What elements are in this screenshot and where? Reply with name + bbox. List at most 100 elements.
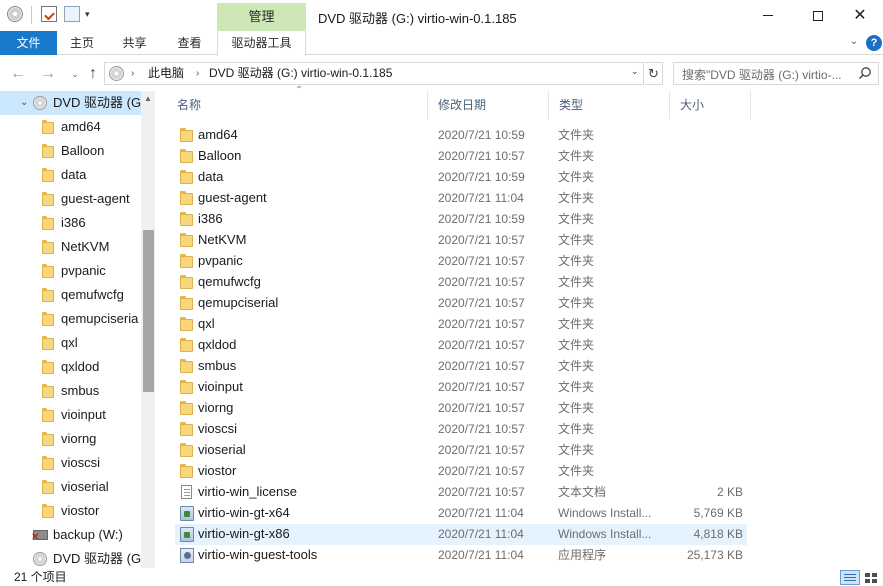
- nav-item[interactable]: NetKVM: [0, 235, 141, 259]
- close-icon: ✕: [853, 6, 867, 24]
- minimize-icon: [763, 15, 773, 16]
- folder-icon: [180, 212, 193, 226]
- file-row[interactable]: vioscsi 2020/7/21 10:57 文件夹: [175, 419, 747, 440]
- dvd-drive-icon: [109, 66, 124, 81]
- tab-drive-tools[interactable]: 驱动器工具: [217, 31, 306, 56]
- nav-item[interactable]: qemupciseria: [0, 307, 141, 331]
- file-size: 25,173 KB: [686, 548, 743, 562]
- file-type: 文件夹: [558, 317, 595, 331]
- file-row[interactable]: virtio-win_license 2020/7/21 10:57 文本文档 2 K…: [175, 482, 747, 503]
- help-icon[interactable]: ?: [866, 35, 882, 51]
- scroll-up-arrow-icon[interactable]: ▲: [143, 95, 153, 103]
- breadcrumb-chevron-icon[interactable]: ›: [196, 66, 199, 81]
- nav-item[interactable]: vioscsi: [0, 451, 141, 475]
- new-folder-icon[interactable]: [64, 6, 80, 22]
- nav-item[interactable]: vioinput: [0, 403, 141, 427]
- file-row[interactable]: virtio-win-guest-tools 2020/7/21 11:04 应用程…: [175, 545, 747, 566]
- minimize-button[interactable]: [745, 0, 791, 31]
- close-button[interactable]: ✕: [837, 0, 883, 31]
- tab-manage[interactable]: 管理: [217, 3, 306, 31]
- folder-icon: [180, 191, 193, 205]
- nav-item[interactable]: DVD 驱动器 (G:): [0, 547, 149, 568]
- tab-home[interactable]: 主页: [57, 31, 107, 55]
- breadcrumb-chevron-icon[interactable]: ›: [131, 66, 134, 81]
- file-row[interactable]: qxldod 2020/7/21 10:57 文件夹: [175, 335, 747, 356]
- file-row[interactable]: qemufwcfg 2020/7/21 10:57 文件夹: [175, 272, 747, 293]
- tab-file[interactable]: 文件: [0, 31, 57, 55]
- refresh-icon[interactable]: ↻: [645, 62, 663, 85]
- forward-arrow-icon[interactable]: →: [39, 65, 57, 83]
- file-type: 应用程序: [558, 548, 607, 562]
- tab-share[interactable]: 共享: [107, 31, 162, 55]
- file-row[interactable]: viostor 2020/7/21 10:57 文件夹: [175, 461, 747, 482]
- recent-locations-icon[interactable]: ⌄: [66, 65, 84, 83]
- breadcrumb-current-drive[interactable]: DVD 驱动器 (G:) virtio-win-0.1.185: [209, 66, 392, 81]
- nav-item[interactable]: qxl: [0, 331, 141, 355]
- sort-ascending-icon: ⌃: [295, 85, 304, 96]
- file-row[interactable]: amd64 2020/7/21 10:59 文件夹: [175, 125, 747, 146]
- up-arrow-icon[interactable]: ↑: [84, 65, 102, 83]
- file-row[interactable]: i386 2020/7/21 10:59 文件夹: [175, 209, 747, 230]
- nav-item[interactable]: ✕ backup (W:): [0, 523, 141, 547]
- file-row[interactable]: virtio-win-gt-x86 2020/7/21 11:04 Windows …: [175, 524, 747, 545]
- large-icons-view-icon[interactable]: [862, 570, 880, 585]
- file-row[interactable]: virtio-win-gt-x64 2020/7/21 11:04 Windows …: [175, 503, 747, 524]
- installer-package-icon: [180, 527, 194, 542]
- expand-ribbon-icon[interactable]: ⌄: [848, 36, 860, 48]
- nav-item[interactable]: ⌄ DVD 驱动器 (G:: [0, 91, 145, 115]
- file-type: 文件夹: [558, 212, 595, 226]
- file-row[interactable]: vioserial 2020/7/21 10:57 文件夹: [175, 440, 747, 461]
- address-bar[interactable]: › 此电脑 › DVD 驱动器 (G:) virtio-win-0.1.185 …: [104, 62, 644, 85]
- nav-item[interactable]: viostor: [0, 499, 141, 523]
- folder-icon: [180, 170, 193, 184]
- nav-item[interactable]: guest-agent: [0, 187, 141, 211]
- file-type: 文件夹: [558, 422, 595, 436]
- file-date: 2020/7/21 10:57: [438, 485, 525, 499]
- nav-item[interactable]: vioserial: [0, 475, 141, 499]
- folder-icon: [180, 149, 193, 163]
- file-type: 文件夹: [558, 464, 595, 478]
- folder-icon: [42, 120, 54, 134]
- file-name: virtio-win-guest-tools: [198, 547, 318, 562]
- file-row[interactable]: pvpanic 2020/7/21 10:57 文件夹: [175, 251, 747, 272]
- nav-item[interactable]: qxldod: [0, 355, 141, 379]
- search-input[interactable]: 搜索"DVD 驱动器 (G:) virtio-...: [673, 62, 879, 85]
- column-header-type[interactable]: 类型: [549, 91, 669, 119]
- breadcrumb-this-pc[interactable]: 此电脑: [148, 66, 184, 81]
- nav-item[interactable]: qemufwcfg: [0, 283, 141, 307]
- file-row[interactable]: qxl 2020/7/21 10:57 文件夹: [175, 314, 747, 335]
- expand-chevron-icon[interactable]: ⌄: [20, 95, 28, 111]
- file-row[interactable]: guest-agent 2020/7/21 11:04 文件夹: [175, 188, 747, 209]
- file-type: 文件夹: [558, 338, 595, 352]
- file-row[interactable]: data 2020/7/21 10:59 文件夹: [175, 167, 747, 188]
- file-row[interactable]: Balloon 2020/7/21 10:57 文件夹: [175, 146, 747, 167]
- nav-item[interactable]: pvpanic: [0, 259, 141, 283]
- properties-icon[interactable]: [41, 6, 57, 22]
- quick-access-dropdown-icon[interactable]: ▾: [85, 9, 93, 19]
- nav-item[interactable]: smbus: [0, 379, 141, 403]
- file-row[interactable]: vioinput 2020/7/21 10:57 文件夹: [175, 377, 747, 398]
- file-row[interactable]: NetKVM 2020/7/21 10:57 文件夹: [175, 230, 747, 251]
- file-row[interactable]: viorng 2020/7/21 10:57 文件夹: [175, 398, 747, 419]
- back-arrow-icon[interactable]: ←: [9, 65, 27, 83]
- details-view-icon[interactable]: [840, 570, 860, 585]
- column-header-date[interactable]: 修改日期: [428, 91, 548, 119]
- folder-icon: [180, 401, 193, 415]
- status-bar: 21 个项目: [0, 568, 883, 586]
- maximize-button[interactable]: [795, 0, 841, 31]
- dvd-drive-icon: [33, 552, 47, 566]
- nav-item[interactable]: viorng: [0, 427, 141, 451]
- tab-view[interactable]: 查看: [162, 31, 217, 55]
- nav-item[interactable]: data: [0, 163, 141, 187]
- file-row[interactable]: smbus 2020/7/21 10:57 文件夹: [175, 356, 747, 377]
- file-row[interactable]: qemupciserial 2020/7/21 10:57 文件夹: [175, 293, 747, 314]
- address-dropdown-icon[interactable]: ⌄: [631, 66, 639, 77]
- nav-item[interactable]: amd64: [0, 115, 141, 139]
- nav-item[interactable]: i386: [0, 211, 141, 235]
- ribbon-tab-bar: 文件 主页 共享 查看 驱动器工具 ⌄ ?: [0, 31, 883, 56]
- dvd-drive-icon[interactable]: [7, 6, 23, 22]
- column-divider[interactable]: [750, 91, 751, 119]
- column-header-size[interactable]: 大小: [670, 91, 750, 119]
- nav-item[interactable]: Balloon: [0, 139, 141, 163]
- navigation-scrollbar-thumb[interactable]: [143, 230, 154, 392]
